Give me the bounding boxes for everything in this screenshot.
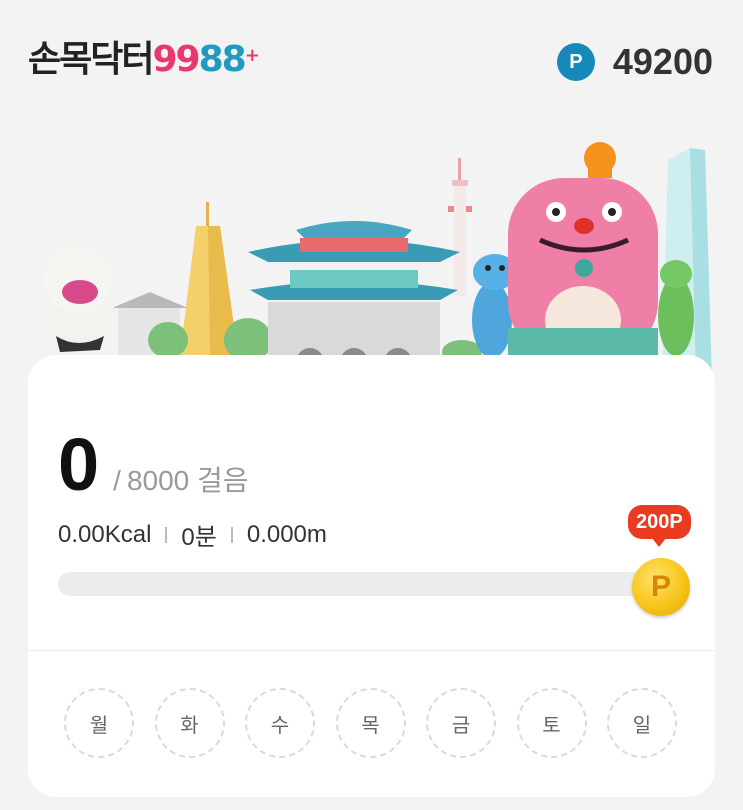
cat-character-illustration [42,246,114,356]
weekday-circle[interactable]: 금 [426,688,496,758]
logo-plus: + [244,45,260,66]
namsan-tower-illustration [448,158,472,296]
minutes-value: 0분 [181,524,217,551]
header: 손목닥터9988+ P 49200 [0,0,743,120]
weekday-circle[interactable]: 화 [154,688,225,758]
calories-value: 0.00Kcal [58,520,152,548]
card-divider [28,650,715,651]
seoul-landmarks-illustration [0,140,743,380]
points-display[interactable]: P 49200 [556,40,713,84]
step-count: 0 [58,423,100,506]
goal-slash: / [113,465,121,496]
logo-digit: 8 [198,39,224,80]
weekday-row: 월화수목금토일 [64,688,677,758]
points-value: 49200 [612,41,713,82]
logo-digit: 9 [175,39,201,80]
logo-korean-text: 손목닥터 [28,39,154,80]
pink-monster-character-illustration [508,142,658,358]
distance-value: 0.000m [246,520,327,548]
logo-digit: 8 [221,39,247,80]
weekday-circle[interactable]: 토 [516,688,587,758]
point-icon: P [556,43,595,81]
weekday-circle[interactable]: 월 [64,688,134,758]
step-count-row: 0 /8000 걸음 [58,425,249,505]
activity-stats: 0.00Kcal 0분 0.000m [58,517,327,552]
app-logo: 손목닥터9988+ [28,38,260,82]
weekday-circle[interactable]: 목 [335,688,406,758]
point-coin-icon[interactable]: P [632,558,690,616]
step-progress-bar [58,572,676,596]
green-dino-character-illustration [658,260,694,356]
logo-digit: 9 [152,39,177,80]
stat-divider [165,526,168,543]
step-goal-text: 8000 걸음 [126,465,249,496]
weekday-circle[interactable]: 수 [245,688,315,758]
step-card: 0 /8000 걸음 0.00Kcal 0분 0.000m 200P P 월화수… [28,355,715,797]
bush-illustration [148,322,188,358]
illustration-svg [42,142,712,380]
palace-gate-illustration [248,221,460,362]
step-goal: /8000 걸음 [113,459,248,499]
weekday-circle[interactable]: 일 [607,688,677,758]
reward-bubble: 200P [628,505,691,547]
stat-divider [230,526,233,543]
